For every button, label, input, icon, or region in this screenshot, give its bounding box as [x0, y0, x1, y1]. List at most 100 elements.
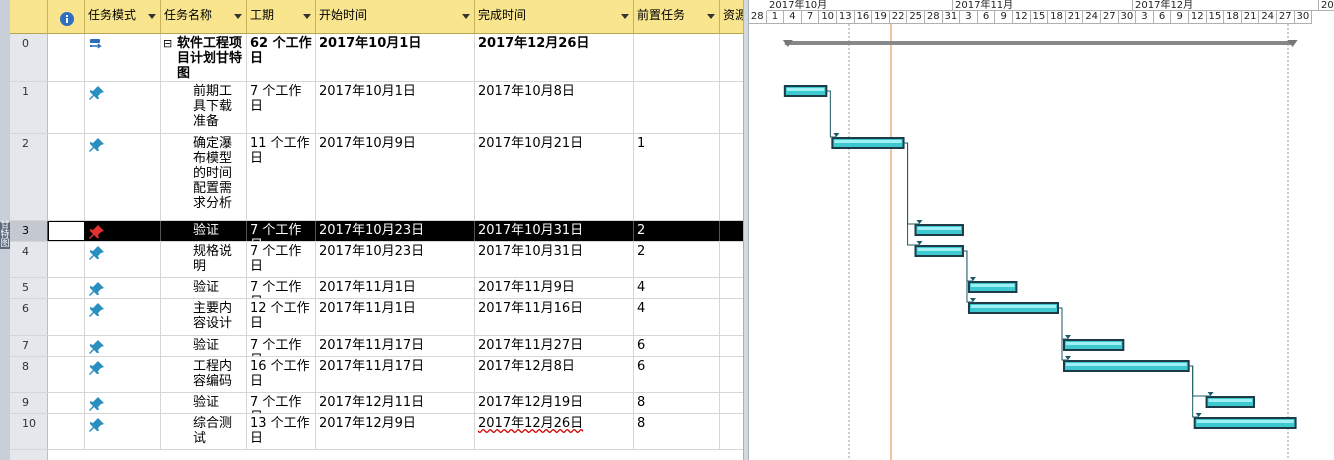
task-name[interactable]: 确定瀑布模型的时间配置需求分析: [161, 134, 247, 220]
table-row[interactable]: 5 验证 7 个工作日 2017年11月1日 2017年11月9日 4: [10, 278, 743, 299]
task-predecessors[interactable]: 4: [634, 299, 720, 335]
name-column-header[interactable]: 任务名称: [161, 0, 247, 34]
mode-cell[interactable]: [85, 242, 161, 277]
chevron-down-icon[interactable]: [707, 14, 715, 19]
resource-column-header[interactable]: 资源: [720, 0, 743, 34]
task-finish[interactable]: 2017年12月26日: [475, 414, 634, 449]
indicator-cell[interactable]: [48, 82, 85, 133]
task-finish[interactable]: 2017年10月31日: [475, 221, 634, 241]
indicator-cell[interactable]: [48, 336, 85, 356]
chevron-down-icon[interactable]: [621, 14, 629, 19]
chevron-down-icon[interactable]: [462, 14, 470, 19]
duration-column-header[interactable]: 工期: [247, 0, 316, 34]
task-bar-highlight[interactable]: [1196, 420, 1294, 423]
task-duration[interactable]: 7 个工作日: [247, 242, 316, 277]
mode-cell[interactable]: [85, 299, 161, 335]
task-bar-highlight[interactable]: [970, 305, 1056, 308]
chevron-down-icon[interactable]: [148, 14, 156, 19]
row-number[interactable]: 8: [10, 357, 48, 392]
task-start[interactable]: 2017年10月23日: [316, 242, 475, 277]
chevron-down-icon[interactable]: [303, 14, 311, 19]
task-start[interactable]: 2017年11月17日: [316, 357, 475, 392]
task-predecessors[interactable]: 1: [634, 134, 720, 220]
task-duration[interactable]: 13 个工作日: [247, 414, 316, 449]
task-predecessors[interactable]: [634, 82, 720, 133]
task-name[interactable]: 综合测试: [161, 414, 247, 449]
task-predecessors[interactable]: 2: [634, 242, 720, 277]
pred-column-header[interactable]: 前置任务: [634, 0, 720, 34]
task-name[interactable]: 验证: [161, 278, 247, 298]
row-number[interactable]: 6: [10, 299, 48, 335]
row-number[interactable]: 4: [10, 242, 48, 277]
row-number[interactable]: 0: [10, 34, 48, 81]
task-predecessors[interactable]: 2: [634, 221, 720, 241]
task-bar-highlight[interactable]: [834, 140, 902, 143]
task-predecessors[interactable]: [634, 34, 720, 81]
task-bar-highlight[interactable]: [917, 227, 961, 230]
task-start[interactable]: 2017年10月1日: [316, 82, 475, 133]
task-bar-highlight[interactable]: [1066, 342, 1122, 345]
task-duration[interactable]: 7 个工作日: [247, 278, 316, 298]
task-resource[interactable]: [720, 278, 743, 298]
table-row[interactable]: 9 验证 7 个工作日 2017年12月11日 2017年12月19日 8: [10, 393, 743, 414]
indicator-cell[interactable]: [48, 34, 85, 81]
task-resource[interactable]: [720, 221, 743, 241]
task-name[interactable]: 工程内容编码: [161, 357, 247, 392]
task-name[interactable]: ⊟ 软件工程项目计划甘特图: [161, 34, 247, 81]
row-number[interactable]: 2: [10, 134, 48, 220]
indicator-cell[interactable]: [48, 134, 85, 220]
finish-column-header[interactable]: 完成时间: [475, 0, 634, 34]
task-start[interactable]: 2017年12月9日: [316, 414, 475, 449]
task-resource[interactable]: [720, 299, 743, 335]
task-duration[interactable]: 7 个工作日: [247, 221, 316, 241]
task-name[interactable]: 验证: [161, 336, 247, 356]
table-row[interactable]: 4 规格说明 7 个工作日 2017年10月23日 2017年10月31日 2: [10, 242, 743, 278]
task-predecessors[interactable]: 6: [634, 336, 720, 356]
task-start[interactable]: 2017年12月11日: [316, 393, 475, 413]
task-start[interactable]: 2017年10月23日: [316, 221, 475, 241]
task-finish[interactable]: 2017年12月26日: [475, 34, 634, 81]
indicator-cell[interactable]: [48, 357, 85, 392]
task-duration[interactable]: 7 个工作日: [247, 393, 316, 413]
table-row[interactable]: 8 工程内容编码 16 个工作日 2017年11月17日 2017年12月8日 6: [10, 357, 743, 393]
task-finish[interactable]: 2017年11月16日: [475, 299, 634, 335]
table-row[interactable]: 7 验证 7 个工作日 2017年11月17日 2017年11月27日 6: [10, 336, 743, 357]
task-name[interactable]: 规格说明: [161, 242, 247, 277]
indicator-column-header[interactable]: [48, 0, 85, 34]
mode-cell[interactable]: [85, 34, 161, 81]
row-number[interactable]: 7: [10, 336, 48, 356]
task-start[interactable]: 2017年11月1日: [316, 299, 475, 335]
task-start[interactable]: 2017年11月1日: [316, 278, 475, 298]
task-resource[interactable]: [720, 134, 743, 220]
task-start[interactable]: 2017年11月17日: [316, 336, 475, 356]
task-resource[interactable]: [720, 414, 743, 449]
table-row[interactable]: 0 ⊟ 软件工程项目计划甘特图 62 个工作日 2017年10月1日 2017年12月26…: [10, 34, 743, 82]
task-predecessors[interactable]: 8: [634, 414, 720, 449]
task-name[interactable]: 主要内容设计: [161, 299, 247, 335]
row-number[interactable]: 10: [10, 414, 48, 449]
task-name[interactable]: 前期工具下载准备: [161, 82, 247, 133]
task-finish[interactable]: 2017年12月8日: [475, 357, 634, 392]
row-number[interactable]: 9: [10, 393, 48, 413]
indicator-cell[interactable]: [48, 299, 85, 335]
task-bar-highlight[interactable]: [786, 88, 825, 91]
task-duration[interactable]: 7 个工作日: [247, 82, 316, 133]
indicator-cell[interactable]: [48, 221, 85, 241]
task-resource[interactable]: [720, 357, 743, 392]
task-duration[interactable]: 12 个工作日: [247, 299, 316, 335]
start-column-header[interactable]: 开始时间: [316, 0, 475, 34]
select-all-corner[interactable]: [10, 0, 48, 34]
task-resource[interactable]: [720, 242, 743, 277]
task-duration[interactable]: 11 个工作日: [247, 134, 316, 220]
task-finish[interactable]: 2017年11月27日: [475, 336, 634, 356]
mode-cell[interactable]: [85, 278, 161, 298]
task-finish[interactable]: 2017年12月19日: [475, 393, 634, 413]
task-duration[interactable]: 62 个工作日: [247, 34, 316, 81]
mode-cell[interactable]: [85, 357, 161, 392]
table-row[interactable]: 2 确定瀑布模型的时间配置需求分析 11 个工作日 2017年10月9日 2017年10…: [10, 134, 743, 221]
table-row[interactable]: 1 前期工具下载准备 7 个工作日 2017年10月1日 2017年10月8日: [10, 82, 743, 134]
collapse-icon[interactable]: ⊟: [163, 36, 172, 51]
task-bar-highlight[interactable]: [917, 248, 961, 251]
mode-cell[interactable]: [85, 414, 161, 449]
task-start[interactable]: 2017年10月9日: [316, 134, 475, 220]
